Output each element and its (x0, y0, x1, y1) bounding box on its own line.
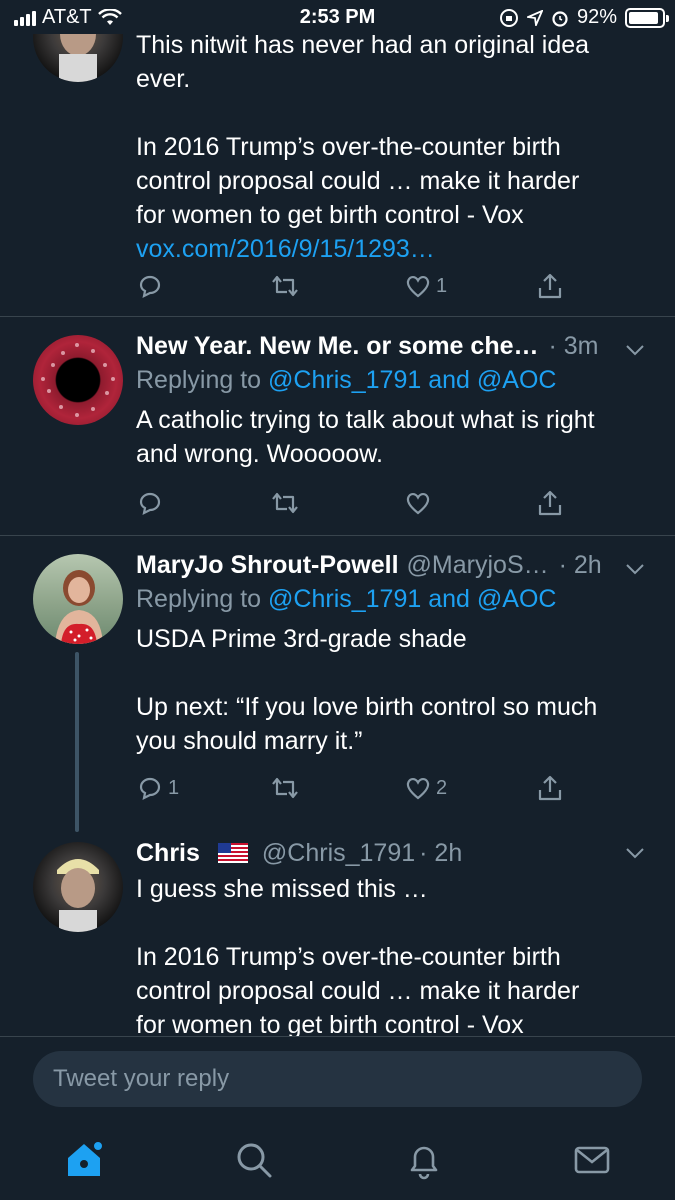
us-flag-icon (217, 843, 248, 863)
tweet-body-line: In 2016 Trump’s over-the-counter birth (136, 943, 561, 971)
tweet-body-line: I guess she missed this … (136, 875, 428, 903)
messages-icon[interactable] (570, 1138, 614, 1182)
replying-and[interactable]: and (421, 366, 477, 394)
tweet-time: · 3m (548, 332, 599, 360)
mention-link[interactable]: @AOC (477, 366, 557, 394)
location-icon (526, 9, 543, 26)
heart-icon (406, 777, 430, 800)
replying-to: Replying to @Chris_1791 and @AOC (136, 363, 655, 397)
retweet-icon (272, 777, 298, 799)
reply-icon (139, 492, 161, 515)
tweet-time: · 2h (558, 551, 602, 579)
reply-button[interactable] (136, 272, 168, 300)
reply-button[interactable]: 1 (136, 774, 179, 802)
share-button[interactable] (536, 774, 564, 802)
tweet-2[interactable]: New Year. New Me. or some che… · 3m Repl… (0, 317, 675, 535)
tweet-link[interactable]: vox.com/2016/9/15/1293… (136, 232, 655, 266)
tweet-body-line: In 2016 Trump’s over-the-counter birth (136, 133, 561, 161)
share-button[interactable] (536, 272, 564, 300)
avatar[interactable] (33, 335, 123, 425)
home-icon[interactable] (62, 1138, 106, 1182)
tweet-header: Chris @Chris_1791 · 2h (136, 836, 655, 870)
tweet-body: I guess she missed this … In 2016 Trump’… (136, 872, 655, 1042)
tweet-body-line: A catholic trying to talk about what is … (136, 406, 595, 434)
chevron-down-icon[interactable] (625, 343, 645, 357)
user-handle[interactable]: @Chris_1791 (262, 836, 415, 870)
heart-icon (406, 275, 430, 298)
tweet-body: USDA Prime 3rd-grade shade Up next: “If … (136, 622, 655, 758)
tweet-3[interactable]: MaryJo Shrout-Powell @MaryjoS… · 2h Repl… (0, 536, 675, 836)
reply-button[interactable] (136, 489, 168, 517)
avatar[interactable] (33, 554, 123, 644)
display-name[interactable]: Chris (136, 836, 200, 870)
share-icon (538, 273, 562, 299)
replying-prefix: Replying to (136, 585, 269, 613)
tweet-body: A catholic trying to talk about what is … (136, 403, 655, 471)
display-name[interactable]: New Year. New Me. or some che… (136, 329, 539, 363)
heart-icon (406, 492, 430, 515)
replying-prefix: Replying to (136, 366, 269, 394)
tweet-body-line: ever. (136, 65, 191, 93)
like-button[interactable] (404, 489, 436, 517)
battery-percent: 92% (576, 6, 617, 28)
replying-and[interactable]: and (421, 585, 477, 613)
tweet-body-line: USDA Prime 3rd-grade shade (136, 625, 467, 653)
status-bar: AT&T 2:53 PM 92% (0, 0, 675, 34)
tweet-header: New Year. New Me. or some che… · 3m (136, 329, 655, 363)
tweet-body-line: control proposal could … make it harder (136, 167, 580, 195)
replying-to: Replying to @Chris_1791 and @AOC (136, 582, 655, 616)
tweet-actions (136, 489, 566, 521)
reply-icon (139, 275, 161, 298)
tweet-body-line: you should marry it.” (136, 727, 363, 755)
reply-bar: Tweet your reply (0, 1036, 675, 1120)
battery-level (629, 11, 659, 24)
tweet-body-line: for women to get birth control - Vox (136, 201, 524, 229)
tweet-body-line: and wrong. Wooooow. (136, 440, 383, 468)
tweet-body-line: control proposal could … make it harder (136, 977, 580, 1005)
battery-icon (625, 7, 669, 28)
tweet-body: This nitwit has never had an original id… (136, 28, 655, 266)
retweet-button[interactable] (270, 489, 304, 517)
reply-icon (139, 777, 161, 800)
tweet-actions: 1 2 (136, 774, 566, 806)
chevron-down-icon[interactable] (625, 846, 645, 860)
tab-bar (0, 1120, 675, 1200)
tweet-time: · 2h (419, 839, 463, 867)
like-button[interactable]: 2 (404, 774, 447, 802)
tweet-1[interactable]: This nitwit has never had an original id… (0, 0, 675, 316)
search-icon[interactable] (232, 1138, 276, 1182)
retweet-icon (272, 275, 298, 297)
mention-link[interactable]: @Chris_1791 (268, 366, 421, 394)
share-icon (538, 775, 562, 801)
retweet-icon (272, 492, 298, 514)
user-handle[interactable]: @MaryjoS… (407, 548, 549, 582)
mention-link[interactable]: @Chris_1791 (268, 585, 421, 613)
share-button[interactable] (536, 489, 564, 517)
like-button[interactable]: 1 (404, 272, 447, 300)
tweet-4[interactable]: Chris @Chris_1791 · 2h I guess she misse… (0, 836, 675, 1039)
notifications-icon[interactable] (402, 1138, 446, 1182)
reply-count: 1 (168, 776, 180, 799)
like-count: 2 (436, 776, 448, 799)
retweet-button[interactable] (270, 774, 304, 802)
like-count: 1 (436, 274, 448, 297)
share-icon (538, 490, 562, 516)
tweet-body-line: Up next: “If you love birth control so m… (136, 693, 598, 721)
thread-line (75, 652, 79, 832)
display-name[interactable]: MaryJo Shrout-Powell (136, 548, 399, 582)
alarm-icon (552, 10, 568, 27)
avatar[interactable] (33, 842, 123, 932)
tweet-actions: 1 (136, 272, 566, 304)
retweet-button[interactable] (270, 272, 304, 300)
tweet-reply-input[interactable]: Tweet your reply (33, 1051, 642, 1107)
chevron-down-icon[interactable] (625, 562, 645, 576)
tweet-header: MaryJo Shrout-Powell @MaryjoS… · 2h (136, 548, 655, 582)
mention-link[interactable]: @AOC (477, 585, 557, 613)
status-right: 92% (499, 6, 669, 29)
rotation-lock-icon (499, 8, 518, 27)
